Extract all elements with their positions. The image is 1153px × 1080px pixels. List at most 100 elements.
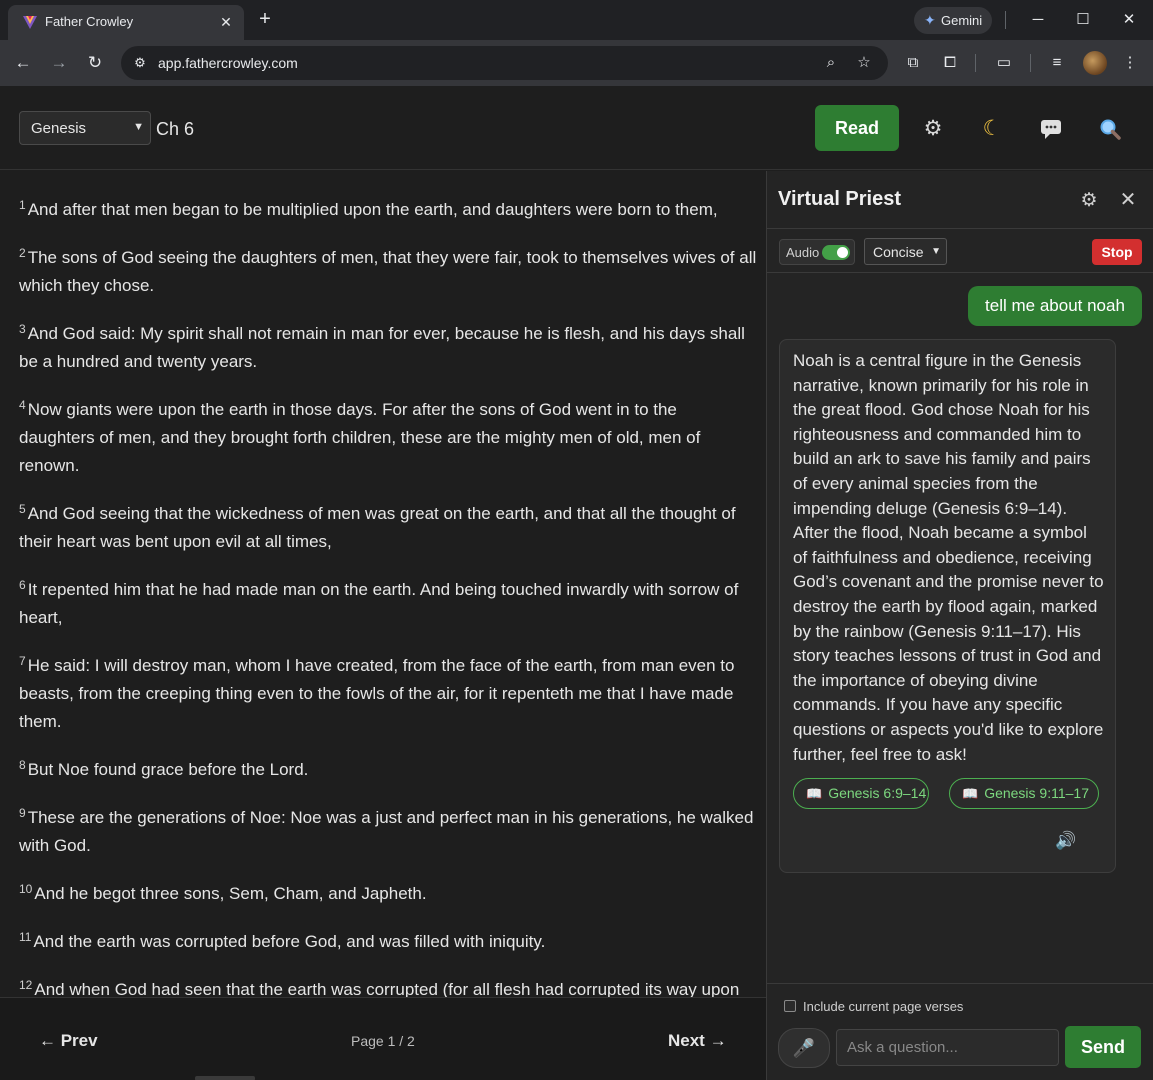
verse-line: 2 The sons of God seeing the daughters of… bbox=[19, 239, 766, 272]
verse-text: which they chose. bbox=[19, 276, 155, 295]
forward-icon[interactable]: → bbox=[47, 51, 71, 75]
verse-text: And when God had seen that the earth was… bbox=[34, 980, 740, 997]
verse: 8 But Noe found grace before the Lord. bbox=[19, 751, 766, 784]
reference-chip[interactable]: 📖 Genesis 9:11–17 bbox=[949, 778, 1099, 809]
verse-text: But Noe found grace before the Lord. bbox=[27, 760, 309, 779]
scrollbar[interactable] bbox=[195, 1076, 255, 1080]
page-indicator: Page 1 / 2 bbox=[351, 1033, 415, 1049]
next-button[interactable]: Next → bbox=[668, 1031, 727, 1051]
reload-icon[interactable]: ↻ bbox=[83, 51, 107, 75]
book-select-value: Genesis bbox=[31, 120, 87, 137]
virtual-priest-panel: Virtual Priest ⚙ ✕ Audio Concise ▼ Stop … bbox=[766, 171, 1153, 1080]
verse: 11 And the earth was corrupted before God… bbox=[19, 923, 766, 956]
verse: 10 And he begot three sons, Sem, Cham, an… bbox=[19, 875, 766, 908]
tab-title: Father Crowley bbox=[45, 14, 134, 29]
verse-line: 6 It repented him that he had made man on… bbox=[19, 571, 766, 604]
new-tab-icon[interactable]: + bbox=[255, 9, 275, 29]
maximize-icon[interactable]: ☐ bbox=[1070, 8, 1096, 32]
app-header: Genesis ▼ Ch 6 Read ⚙ ☾ bbox=[0, 86, 1153, 170]
close-tab-icon[interactable]: ✕ bbox=[216, 12, 236, 32]
question-input[interactable] bbox=[836, 1029, 1059, 1066]
send-button[interactable]: Send bbox=[1065, 1026, 1141, 1068]
url-text[interactable]: app.fathercrowley.com bbox=[158, 55, 298, 71]
star-icon[interactable]: ☆ bbox=[854, 53, 874, 73]
puzzle-icon[interactable]: ⧠ bbox=[938, 51, 962, 75]
prev-button[interactable]: ← Prev bbox=[39, 1031, 98, 1051]
verse-number: 3 bbox=[19, 322, 26, 336]
avatar[interactable] bbox=[1083, 51, 1107, 75]
verse-line: 10 And he begot three sons, Sem, Cham, an… bbox=[19, 875, 766, 908]
zoom-icon[interactable]: ⌕ bbox=[821, 53, 841, 73]
vuetify-logo-icon bbox=[23, 16, 37, 29]
mode-select[interactable]: Concise ▼ bbox=[864, 238, 947, 265]
pager: ← Prev Page 1 / 2 Next → bbox=[0, 997, 766, 1080]
chat-controls: Audio Concise ▼ Stop bbox=[767, 228, 1153, 273]
read-button[interactable]: Read bbox=[815, 105, 899, 151]
verse-number: 11 bbox=[19, 930, 32, 944]
verse: 2 The sons of God seeing the daughters of… bbox=[19, 239, 766, 300]
verse-line: 7 He said: I will destroy man, whom I hav… bbox=[19, 647, 766, 680]
reference-chip[interactable]: 📖 Genesis 6:9–14 bbox=[793, 778, 929, 809]
verse-line: 4 Now giants were upon the earth in those… bbox=[19, 391, 766, 424]
verse-text: daughters of men, and they brought forth… bbox=[19, 428, 701, 447]
verse-number: 7 bbox=[19, 654, 26, 668]
minimize-icon[interactable]: ─ bbox=[1025, 8, 1051, 32]
verse-text: them. bbox=[19, 712, 62, 731]
verse-number: 2 bbox=[19, 246, 26, 260]
browser-tab[interactable]: Father Crowley ✕ bbox=[8, 5, 244, 40]
verse-number: 6 bbox=[19, 578, 26, 592]
verse-line: their heart was bent upon evil at all ti… bbox=[19, 528, 766, 556]
chat-icon[interactable] bbox=[1037, 115, 1065, 143]
book-icon: 📖 bbox=[806, 786, 823, 801]
stop-button[interactable]: Stop bbox=[1092, 239, 1142, 265]
verse-text: their heart was bent upon evil at all ti… bbox=[19, 532, 332, 551]
verse-text: with God. bbox=[19, 836, 91, 855]
moon-icon[interactable]: ☾ bbox=[978, 115, 1006, 143]
verse-line: renown. bbox=[19, 452, 766, 480]
media-list-icon[interactable]: ≡ bbox=[1045, 51, 1069, 75]
book-icon: 📖 bbox=[962, 786, 979, 801]
chapter-label: Ch 6 bbox=[156, 119, 195, 139]
toggle-switch[interactable] bbox=[822, 245, 850, 260]
verse: 5 And God seeing that the wickedness of m… bbox=[19, 495, 766, 556]
gear-icon[interactable]: ⚙ bbox=[919, 115, 947, 143]
browser-tab-bar: Father Crowley ✕ + ✦ Gemini ─ ☐ ✕ bbox=[0, 0, 1153, 40]
chat-footer: Include current page verses 🎤 Send bbox=[767, 983, 1153, 1080]
reference-label: Genesis 9:11–17 bbox=[984, 785, 1090, 801]
verse-number: 10 bbox=[19, 882, 33, 896]
speaker-icon[interactable]: 🔊 bbox=[1054, 830, 1078, 852]
microphone-button[interactable]: 🎤 bbox=[778, 1028, 830, 1068]
zip-extension-icon[interactable]: ⧉ bbox=[901, 51, 925, 75]
close-window-icon[interactable]: ✕ bbox=[1116, 8, 1142, 32]
verse-text: And after that men began to be multiplie… bbox=[27, 200, 718, 219]
include-verses-checkbox[interactable] bbox=[784, 1000, 796, 1012]
verse-text: And he begot three sons, Sem, Cham, and … bbox=[34, 884, 427, 903]
search-icon[interactable] bbox=[1096, 115, 1124, 143]
verse-line: which they chose. bbox=[19, 272, 766, 300]
verse-text: He said: I will destroy man, whom I have… bbox=[27, 656, 735, 675]
verse: 3 And God said: My spirit shall not remai… bbox=[19, 315, 766, 376]
gear-icon[interactable]: ⚙ bbox=[1078, 190, 1100, 212]
verse-text: be a hundred and twenty years. bbox=[19, 352, 258, 371]
verse-number: 8 bbox=[19, 758, 26, 772]
tab-search-icon[interactable]: ▭ bbox=[992, 51, 1016, 75]
mode-select-value: Concise bbox=[873, 244, 924, 260]
verse-line: 9 These are the generations of Noe: Noe w… bbox=[19, 799, 766, 832]
gemini-button[interactable]: ✦ Gemini bbox=[914, 7, 992, 34]
verse: 1 And after that men began to be multipli… bbox=[19, 191, 766, 224]
gemini-star-icon: ✦ bbox=[924, 12, 936, 28]
verse-text: These are the generations of Noe: Noe wa… bbox=[27, 808, 754, 827]
book-select[interactable]: Genesis ▼ bbox=[19, 111, 151, 145]
address-bar[interactable]: ⚙ app.fathercrowley.com ⌕ ☆ bbox=[121, 46, 888, 80]
kebab-menu-icon[interactable]: ⋮ bbox=[1118, 51, 1142, 75]
gemini-label: Gemini bbox=[941, 13, 983, 28]
verse-text: And God said: My spirit shall not remain… bbox=[27, 324, 745, 343]
tune-icon[interactable]: ⚙ bbox=[131, 54, 149, 72]
audio-toggle[interactable]: Audio bbox=[779, 239, 855, 265]
back-icon[interactable]: ← bbox=[11, 51, 35, 75]
microphone-icon: 🎤 bbox=[792, 1038, 816, 1058]
verse: 6 It repented him that he had made man on… bbox=[19, 571, 766, 632]
verse-text: heart, bbox=[19, 608, 63, 627]
close-icon[interactable]: ✕ bbox=[1117, 189, 1139, 211]
assistant-message-text: Noah is a central figure in the Genesis … bbox=[793, 351, 1104, 764]
